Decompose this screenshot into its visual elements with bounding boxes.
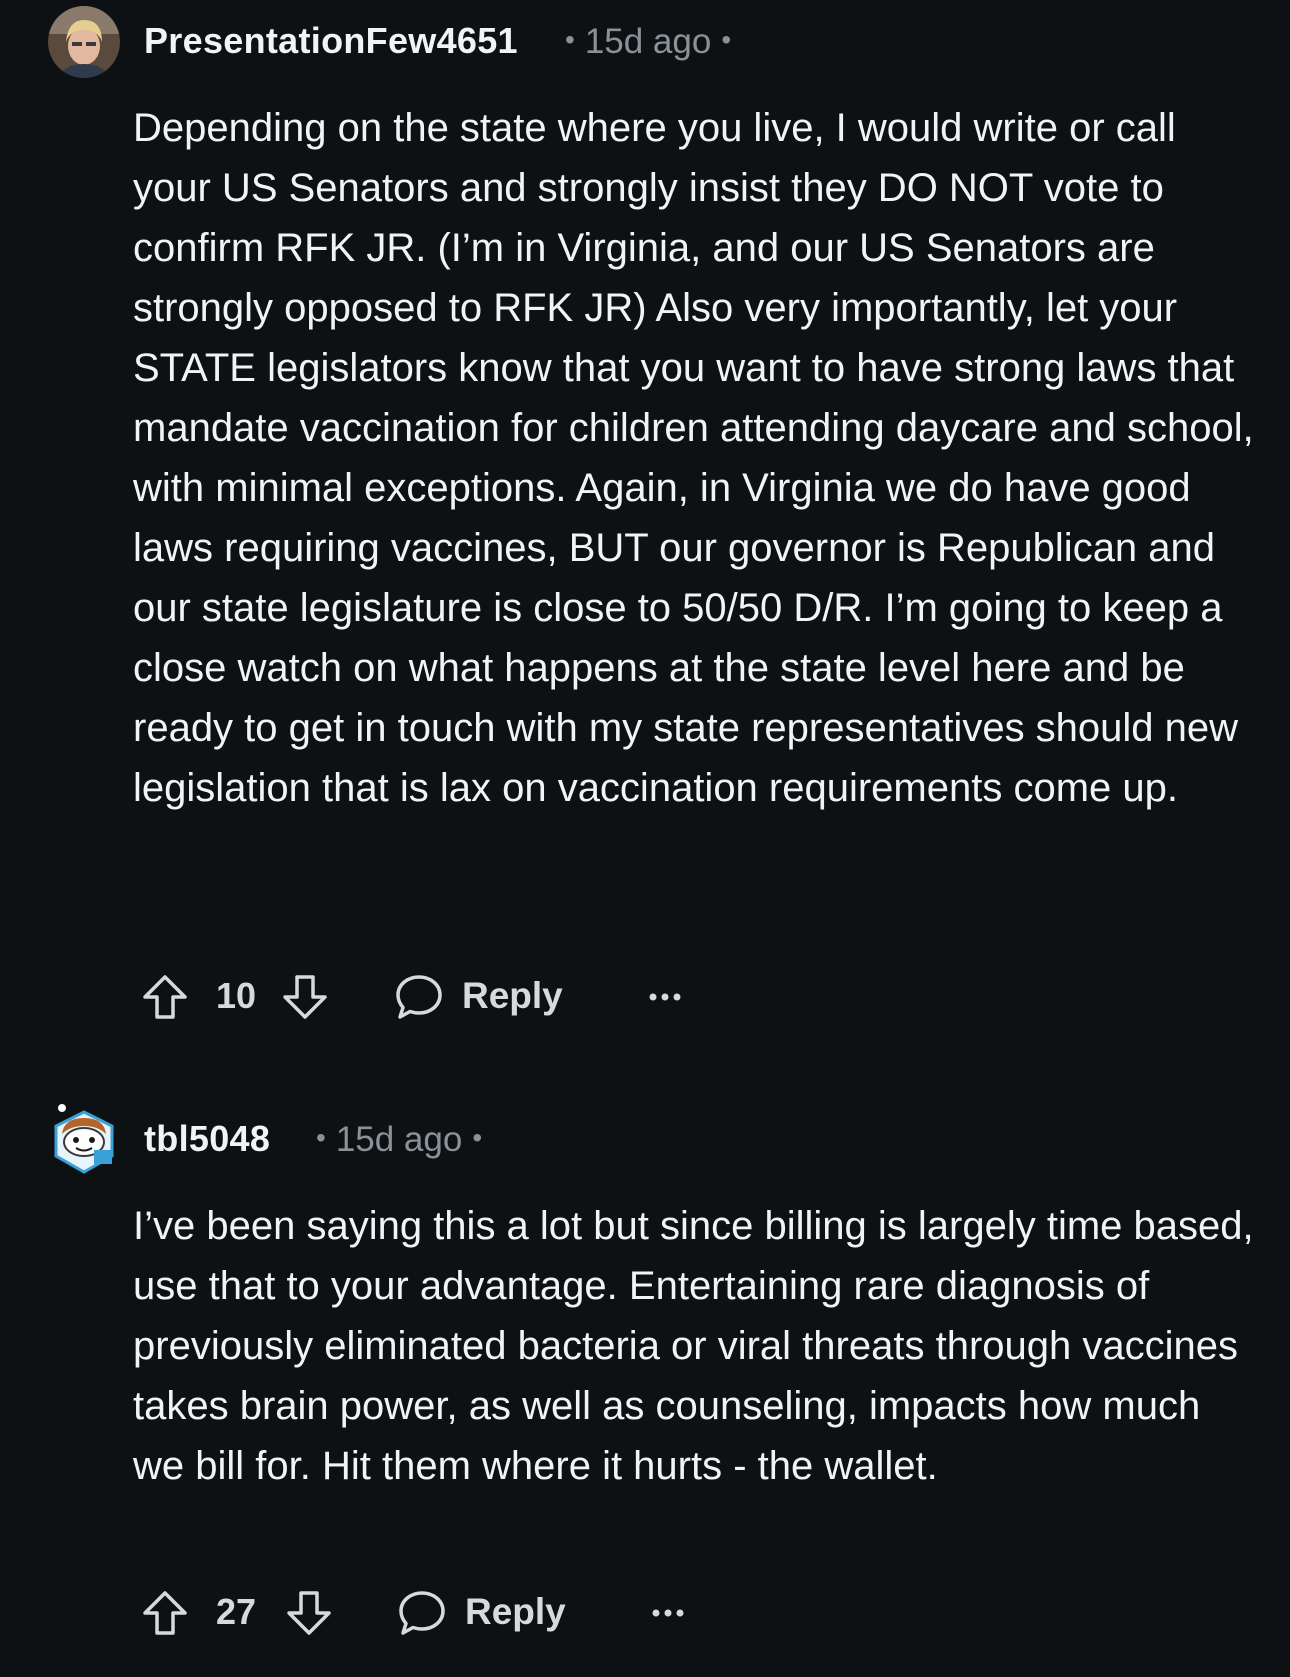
upvote-arrow-icon — [143, 1591, 187, 1635]
reply-label[interactable]: Reply — [465, 1591, 566, 1633]
comment-body: Depending on the state where you live, I… — [133, 98, 1258, 818]
comment-meta: • 15d ago • — [555, 22, 741, 62]
comment-actions: 27 Reply — [140, 1588, 740, 1658]
separator-dot: • — [316, 1122, 326, 1153]
separator-dot: • — [565, 24, 575, 55]
upvote-arrow-icon — [143, 975, 187, 1019]
vote-score: 27 — [216, 1591, 257, 1632]
separator-dot: • — [472, 1122, 483, 1153]
comment-actions: 10 Reply — [140, 972, 740, 1042]
reply-label[interactable]: Reply — [462, 975, 563, 1017]
separator-dot: • — [721, 24, 732, 55]
timestamp: 15d ago — [335, 1120, 463, 1159]
user-photo-avatar-icon — [48, 6, 120, 78]
comment-text: Depending on the state where you live, I… — [133, 106, 1254, 810]
vote-score: 10 — [216, 975, 257, 1016]
chat-bubble-icon — [396, 975, 442, 1019]
downvote-arrow-icon — [287, 1591, 331, 1635]
more-dots-icon — [649, 993, 681, 1001]
snoo-avatar-icon — [54, 1104, 114, 1174]
downvote-button[interactable] — [280, 972, 330, 1022]
username[interactable]: PresentationFew4651 — [144, 20, 518, 62]
upvote-button[interactable] — [140, 972, 190, 1022]
upvote-button[interactable] — [140, 1588, 190, 1638]
username[interactable]: tbl5048 — [144, 1118, 270, 1160]
comment-body: I’ve been saying this a lot but since bi… — [133, 1196, 1258, 1496]
comment-header: tbl5048 • 15d ago • — [0, 1098, 1290, 1188]
downvote-button[interactable] — [284, 1588, 334, 1638]
downvote-arrow-icon — [283, 975, 327, 1019]
more-options-button[interactable] — [645, 972, 685, 1022]
timestamp: 15d ago — [584, 22, 712, 61]
avatar[interactable] — [48, 1104, 120, 1176]
more-options-button[interactable] — [648, 1588, 688, 1638]
comment-text: I’ve been saying this a lot but since bi… — [133, 1204, 1254, 1488]
comment-header: PresentationFew4651 • 15d ago • — [0, 0, 1290, 90]
comment-meta: • 15d ago • — [306, 1120, 492, 1160]
reply-button[interactable] — [397, 1588, 447, 1638]
avatar[interactable] — [48, 6, 120, 78]
chat-bubble-icon — [399, 1591, 445, 1635]
reply-button[interactable] — [394, 972, 444, 1022]
more-dots-icon — [652, 1609, 684, 1617]
